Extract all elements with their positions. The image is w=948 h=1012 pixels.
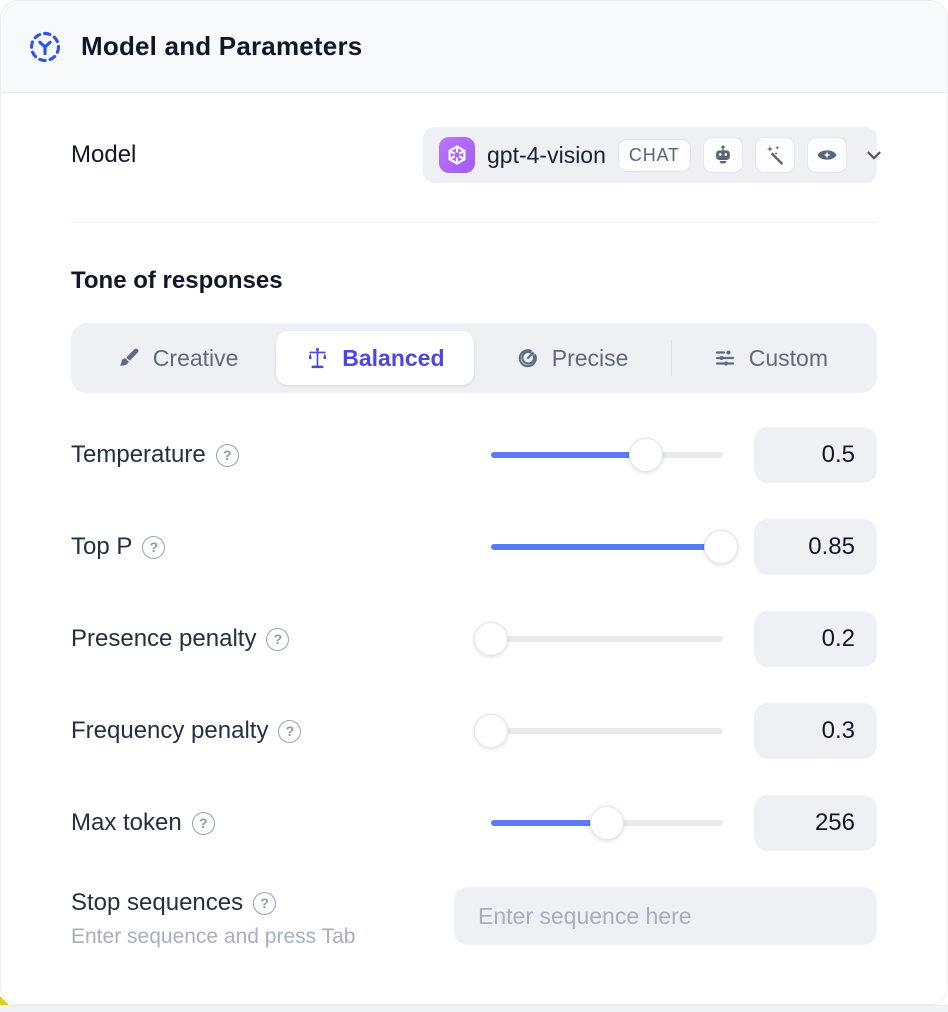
model-scan-icon	[27, 29, 63, 65]
max-token-label: Max token	[71, 809, 182, 837]
stop-sequences-label: Stop sequences	[71, 889, 243, 917]
max-token-row: Max token ? 256	[71, 795, 877, 851]
presence-penalty-value[interactable]: 0.2	[754, 611, 877, 667]
tone-tab-bar: Creative Balanced	[71, 323, 877, 393]
wand-sparkles-icon	[755, 137, 795, 173]
slider-thumb[interactable]	[629, 438, 663, 472]
top-p-label: Top P	[71, 533, 132, 561]
temperature-slider[interactable]	[491, 438, 723, 472]
frequency-penalty-row: Frequency penalty ? 0.3	[71, 703, 877, 759]
chevron-down-icon	[863, 144, 885, 166]
top-p-slider[interactable]	[491, 530, 723, 564]
max-token-slider[interactable]	[491, 806, 723, 840]
sliders-icon	[713, 346, 737, 370]
frequency-penalty-slider[interactable]	[491, 714, 723, 748]
tab-creative[interactable]: Creative	[79, 331, 276, 385]
model-label: Model	[71, 141, 136, 169]
parameter-list: Temperature ? 0.5 Top P ? 0.85	[71, 427, 877, 851]
help-icon[interactable]: ?	[266, 628, 289, 651]
model-row: Model gpt-4-visi	[71, 127, 877, 183]
chat-type-badge: CHAT	[618, 139, 691, 172]
vision-eye-icon	[807, 137, 847, 173]
frequency-penalty-label: Frequency penalty	[71, 717, 268, 745]
slider-thumb[interactable]	[474, 714, 508, 748]
stop-sequences-row: Stop sequences ? Enter sequence and pres…	[71, 887, 877, 949]
tab-custom[interactable]: Custom	[672, 331, 869, 385]
tab-balanced[interactable]: Balanced	[276, 331, 473, 385]
temperature-row: Temperature ? 0.5	[71, 427, 877, 483]
frequency-penalty-value[interactable]: 0.3	[754, 703, 877, 759]
slider-thumb[interactable]	[704, 530, 738, 564]
presence-penalty-slider[interactable]	[491, 622, 723, 656]
balance-scale-icon	[305, 346, 330, 371]
help-icon[interactable]: ?	[142, 536, 165, 559]
slider-thumb[interactable]	[590, 806, 624, 840]
tab-label: Creative	[153, 345, 239, 372]
selected-model-name: gpt-4-vision	[487, 142, 606, 169]
presence-penalty-row: Presence penalty ? 0.2	[71, 611, 877, 667]
tab-label: Custom	[749, 345, 828, 372]
help-icon[interactable]: ?	[253, 892, 276, 915]
tab-label: Balanced	[342, 345, 444, 372]
bot-icon	[703, 137, 743, 173]
max-token-value[interactable]: 256	[754, 795, 877, 851]
target-goal-icon	[516, 346, 540, 370]
temperature-label: Temperature	[71, 441, 206, 469]
model-parameters-panel: Model and Parameters Model	[0, 0, 948, 1005]
paintbrush-icon	[117, 346, 141, 370]
temperature-value[interactable]: 0.5	[754, 427, 877, 483]
presence-penalty-label: Presence penalty	[71, 625, 256, 653]
top-p-value[interactable]: 0.85	[754, 519, 877, 575]
panel-header: Model and Parameters	[1, 1, 947, 93]
stop-sequences-hint: Enter sequence and press Tab	[71, 925, 355, 949]
help-icon[interactable]: ?	[216, 444, 239, 467]
top-p-row: Top P ? 0.85	[71, 519, 877, 575]
help-icon[interactable]: ?	[278, 720, 301, 743]
tone-heading: Tone of responses	[71, 267, 877, 295]
openai-logo-icon	[439, 137, 475, 173]
section-divider	[71, 222, 877, 223]
tab-label: Precise	[552, 345, 629, 372]
page-title: Model and Parameters	[81, 31, 362, 62]
help-icon[interactable]: ?	[192, 812, 215, 835]
slider-thumb[interactable]	[474, 622, 508, 656]
stop-sequence-input[interactable]	[454, 887, 877, 945]
background-bottom-strip	[0, 1005, 948, 1012]
model-select[interactable]: gpt-4-vision CHAT	[423, 127, 877, 183]
tab-precise[interactable]: Precise	[474, 331, 671, 385]
